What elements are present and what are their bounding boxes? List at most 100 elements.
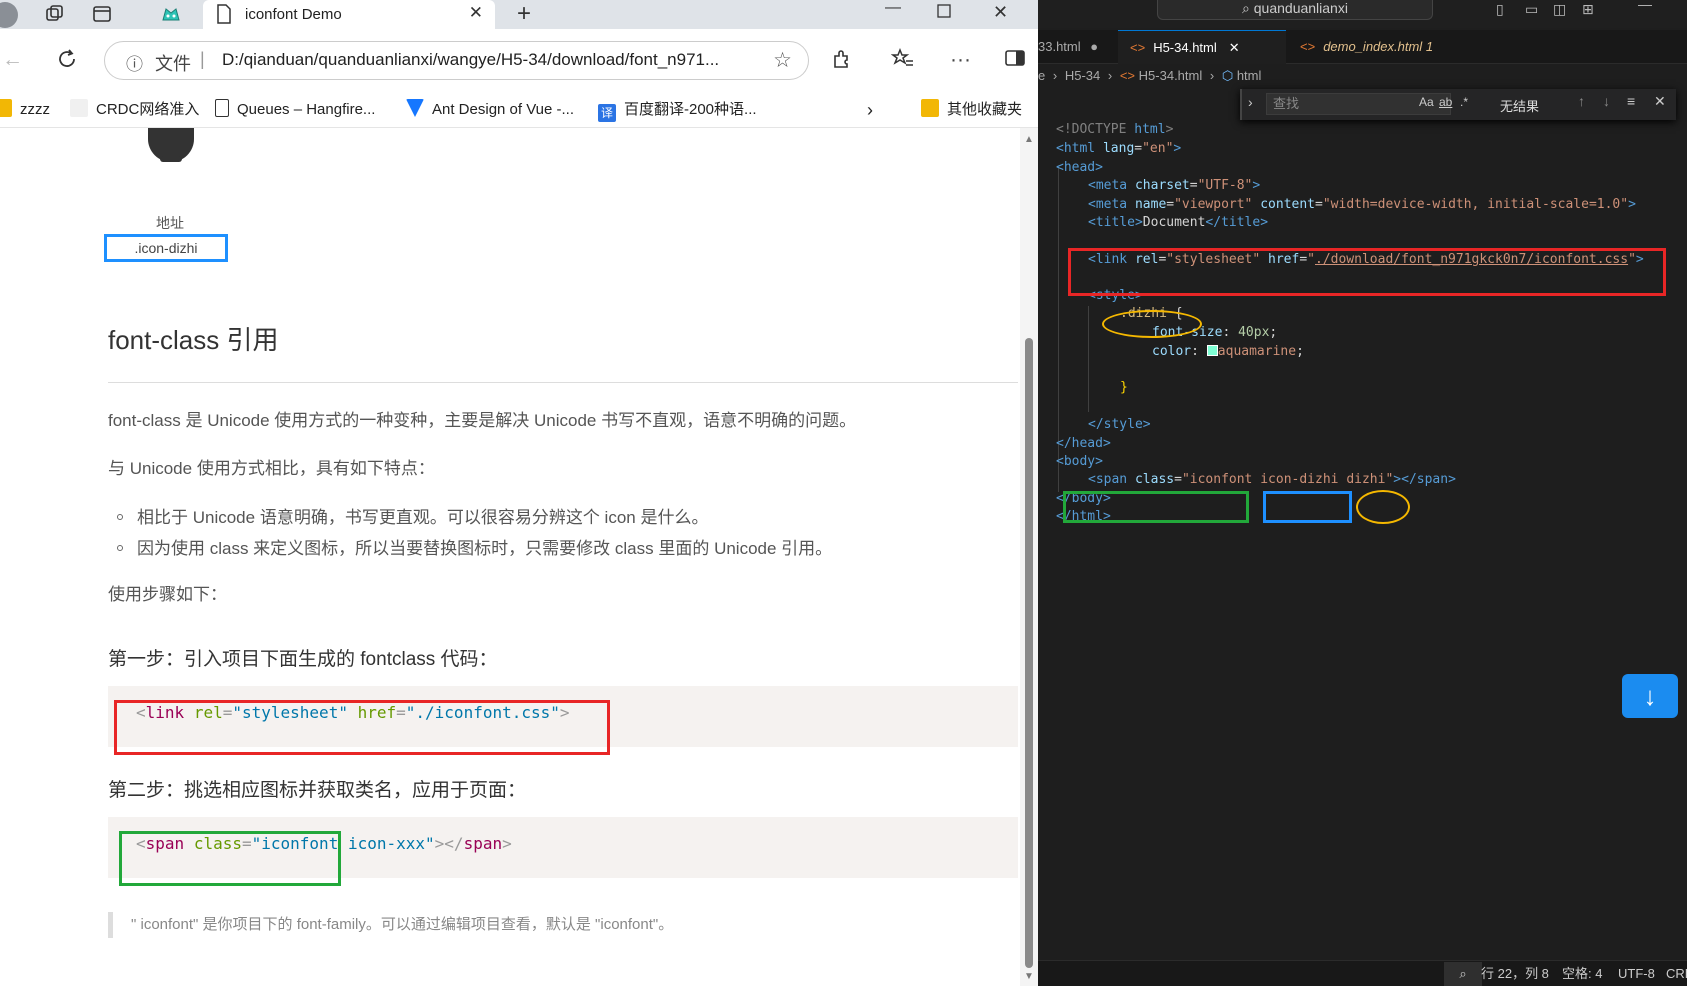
- search-icon: ⌕: [1242, 0, 1254, 16]
- collections-icon[interactable]: [43, 4, 65, 26]
- bookmark-crdc[interactable]: CRDC网络准入: [70, 98, 199, 122]
- regex-icon[interactable]: .*: [1460, 95, 1468, 109]
- steps-paragraph: 使用步骤如下：: [108, 585, 227, 604]
- maximize-icon[interactable]: [937, 2, 951, 26]
- layout-secondary-icon[interactable]: ◫: [1553, 1, 1566, 18]
- code-token: :: [1191, 344, 1199, 359]
- icon-class-label: .icon-dizhi: [104, 234, 228, 262]
- code-line: <!DOCTYPE html>: [1056, 122, 1173, 137]
- arrow-up-icon[interactable]: ↑: [1578, 93, 1585, 109]
- code-token: >: [1252, 178, 1261, 193]
- selection-filter-icon[interactable]: ≡: [1627, 93, 1635, 109]
- profile-icon[interactable]: [0, 2, 18, 28]
- tab-demo-index-html[interactable]: <> demo_index.html 1: [1288, 30, 1456, 64]
- close-icon[interactable]: ✕: [1229, 40, 1240, 55]
- code-token: Document: [1142, 215, 1206, 230]
- match-case-icon[interactable]: Aa: [1419, 95, 1434, 109]
- icon-name: 地址: [156, 215, 184, 231]
- favorite-star-icon[interactable]: ☆: [773, 48, 792, 73]
- code-token: >: [434, 834, 445, 853]
- code-token: >: [502, 834, 512, 853]
- breadcrumb-symbol[interactable]: html: [1237, 68, 1262, 83]
- favorites-icon[interactable]: [890, 47, 915, 76]
- code-line: <meta name="viewport" content="width=dev…: [1088, 197, 1636, 212]
- cursor-position[interactable]: 行 22，列 8: [1481, 962, 1549, 986]
- close-icon[interactable]: ✕: [1654, 93, 1666, 110]
- extension-cat-icon[interactable]: [160, 4, 182, 26]
- whole-word-icon[interactable]: ab: [1439, 95, 1452, 109]
- new-tab-icon[interactable]: +: [517, 0, 531, 28]
- encoding[interactable]: UTF-8: [1618, 962, 1655, 986]
- scroll-down-icon[interactable]: ▼: [1024, 971, 1034, 982]
- tab-iconfont-demo[interactable]: iconfont Demo ✕: [203, 0, 495, 29]
- chevron-right-icon[interactable]: ›: [867, 98, 873, 122]
- url-text[interactable]: D:/qianduan/quanduanlianxi/wangye/H5-34/…: [222, 50, 719, 70]
- bookmark-queues-hangfire[interactable]: Queues – Hangfire...: [215, 98, 375, 122]
- tab-actions-icon[interactable]: [91, 4, 113, 26]
- code-token: 40px: [1238, 325, 1270, 340]
- back-icon[interactable]: ←: [2, 48, 23, 72]
- expand-replace-icon[interactable]: ›: [1248, 94, 1253, 110]
- editor-tabs: 33.html ● <> H5-34.html ✕ <> demo_index.htm…: [1038, 30, 1687, 64]
- code-token: "./iconfont.css": [405, 703, 560, 722]
- indentation[interactable]: 空格: 4: [1562, 962, 1602, 986]
- bookmark-zzzz[interactable]: zzzz: [0, 98, 50, 122]
- minimize-icon[interactable]: —: [885, 0, 901, 20]
- scroll-up-icon[interactable]: ▲: [1024, 134, 1034, 145]
- bullet: [117, 545, 123, 551]
- info-icon[interactable]: ⓘ: [126, 50, 143, 75]
- code-line: <html lang="en">: [1056, 141, 1181, 156]
- address-bar[interactable]: ⓘ 文件 | D:/qianduan/quanduanlianxi/wangye…: [104, 41, 809, 80]
- page-content: 地址 .icon-dizhi font-class 引用 font-class …: [0, 128, 1020, 986]
- code-token: span: [145, 834, 185, 853]
- page-scrollbar[interactable]: ▲ ▼: [1020, 128, 1038, 986]
- code-line: <head>: [1056, 160, 1103, 175]
- minimize-icon[interactable]: —: [1638, 0, 1652, 12]
- code-token: >: [1635, 252, 1644, 267]
- code-link-path[interactable]: ./download/font_n971gkck0n7/iconfont.css: [1315, 252, 1628, 267]
- more-icon[interactable]: ···: [950, 48, 971, 72]
- code-editor[interactable]: <!DOCTYPE html> <html lang="en"> <head> …: [1038, 120, 1687, 960]
- layout-panel-icon[interactable]: ▭: [1525, 1, 1538, 18]
- bookmark-other-favorites[interactable]: 其他收藏夹: [921, 98, 1022, 122]
- code-token: <link: [1088, 252, 1128, 267]
- code-token: icon-dizhi: [1260, 472, 1339, 487]
- layout-sidebar-icon[interactable]: ▯: [1496, 1, 1504, 18]
- bookmark-label: CRDC网络准入: [96, 101, 200, 118]
- color-swatch[interactable]: [1206, 345, 1218, 356]
- sidebar-toggle-icon[interactable]: [1004, 48, 1026, 74]
- scroll-down-arrow-icon[interactable]: ↓: [1622, 674, 1678, 718]
- scheme-label: 文件: [155, 54, 191, 74]
- code-token: <: [136, 834, 146, 853]
- close-icon[interactable]: ✕: [469, 3, 483, 23]
- breadcrumb-folder[interactable]: H5-34: [1065, 68, 1100, 83]
- code-line: <title>Document</title>: [1088, 215, 1268, 230]
- code-line: <body>: [1056, 454, 1103, 469]
- code-span: <span class="iconfont icon-xxx"></span>: [136, 834, 512, 853]
- code-token: charset: [1134, 178, 1190, 193]
- code-token: "stylesheet": [1166, 252, 1261, 267]
- breadcrumb-file[interactable]: H5-34.html: [1139, 68, 1203, 83]
- scrollbar-thumb[interactable]: [1025, 338, 1033, 968]
- bookmark-label: Queues – Hangfire...: [237, 101, 376, 118]
- refresh-icon[interactable]: [56, 48, 78, 76]
- arrow-down-icon[interactable]: ↓: [1603, 93, 1610, 109]
- tab-33-html[interactable]: 33.html ●: [1038, 30, 1112, 64]
- code-line: }: [1120, 380, 1128, 395]
- code-token: </html>: [1056, 509, 1111, 524]
- code-line: </body>: [1056, 491, 1111, 506]
- code-token: ": [1628, 252, 1636, 267]
- line-ending[interactable]: CRL: [1666, 962, 1687, 986]
- extensions-icon[interactable]: [830, 48, 852, 76]
- problem-count: 1: [1425, 39, 1434, 54]
- code-token: <!DOCTYPE: [1056, 122, 1127, 137]
- tab-label: demo_index.html: [1323, 39, 1423, 54]
- code-token: </body>: [1056, 491, 1111, 506]
- command-center[interactable]: ⌕ quanduanlianxi: [1157, 0, 1433, 20]
- zoom-icon[interactable]: ⌕: [1444, 962, 1482, 986]
- tab-h5-34-html[interactable]: <> H5-34.html ✕: [1118, 30, 1286, 64]
- bookmark-ant-design-vue[interactable]: Ant Design of Vue -...: [406, 98, 574, 122]
- close-window-icon[interactable]: ✕: [993, 0, 1008, 24]
- layout-customize-icon[interactable]: ⊞: [1582, 1, 1594, 18]
- bookmark-baidu-translate[interactable]: 译百度翻译-200种语...: [598, 98, 757, 122]
